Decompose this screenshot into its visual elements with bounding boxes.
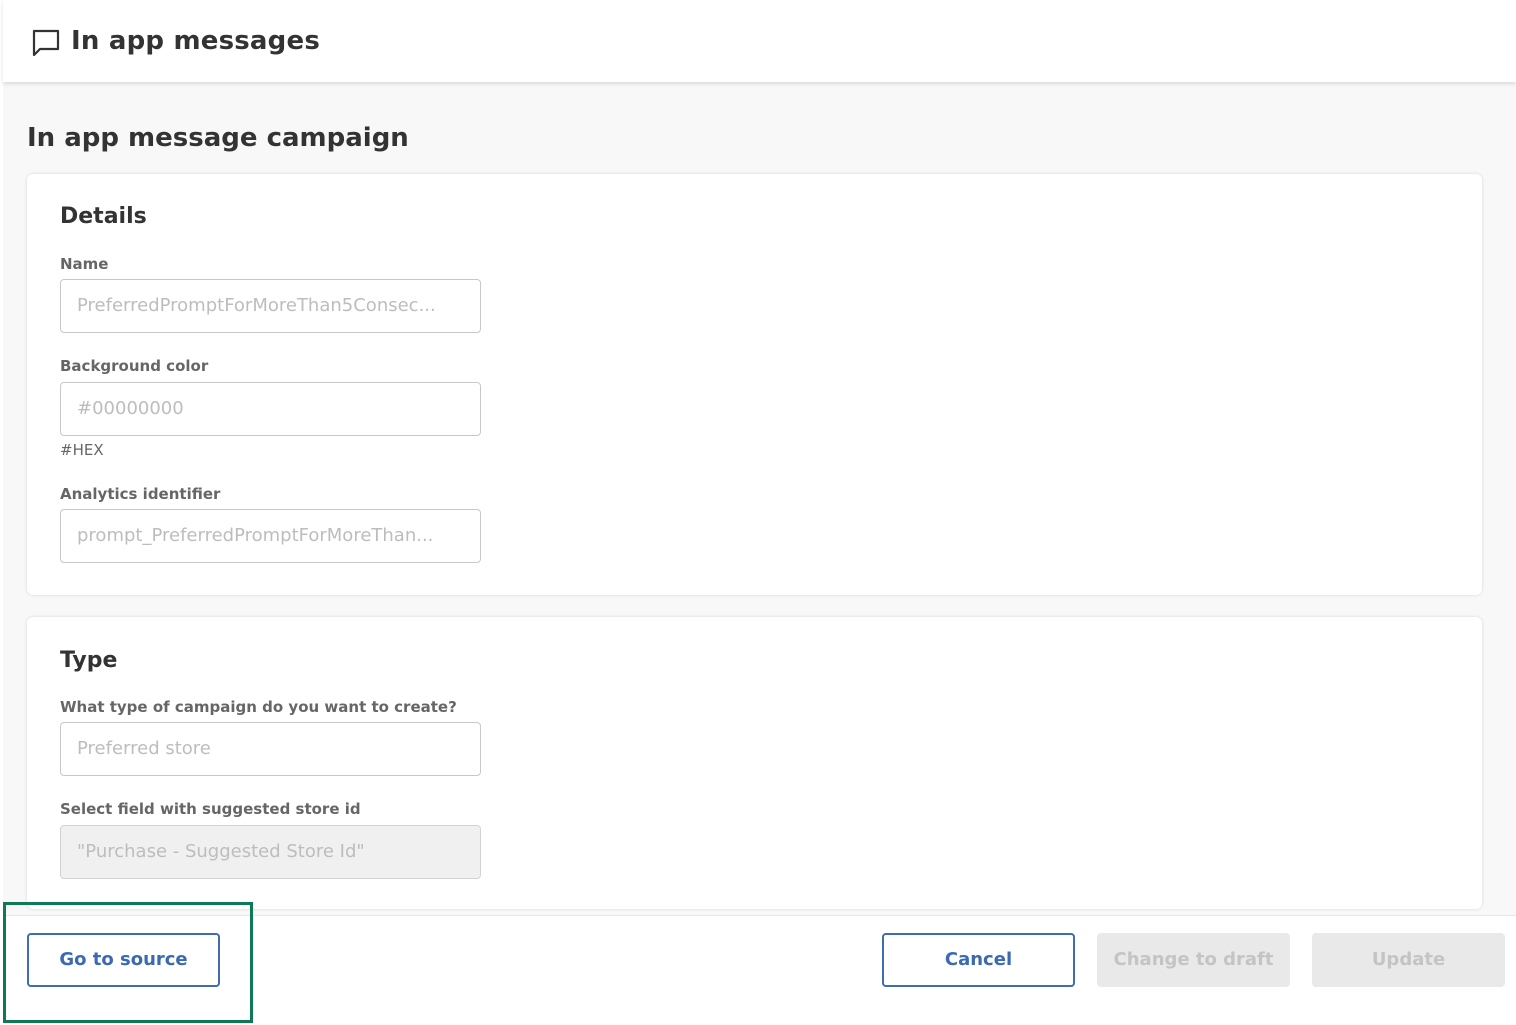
update-button: Update [1312,933,1505,987]
app-title: In app messages [71,26,320,56]
chat-bubble-icon [32,29,60,57]
page-title: In app message campaign [27,123,409,153]
cancel-button[interactable]: Cancel [882,933,1075,987]
background-color-label: Background color [60,357,209,375]
change-to-draft-button: Change to draft [1097,933,1290,987]
details-section-title: Details [60,204,147,229]
background-color-hint: #HEX [60,441,104,459]
main-content: In app message campaign Details Name Pre… [3,82,1516,915]
analytics-identifier-input[interactable]: prompt_PreferredPromptForMoreThan... [60,509,481,563]
background-color-input[interactable]: #00000000 [60,382,481,436]
name-label: Name [60,255,109,273]
campaign-type-label: What type of campaign do you want to cre… [60,698,457,716]
campaign-type-select[interactable]: Preferred store [60,722,481,776]
type-section-title: Type [60,648,118,673]
go-to-source-button[interactable]: Go to source [27,933,220,987]
top-bar: In app messages [3,0,1516,82]
store-field-select: "Purchase - Suggested Store Id" [60,825,481,879]
details-card: Details Name PreferredPromptForMoreThan5… [27,174,1482,595]
name-input[interactable]: PreferredPromptForMoreThan5Consec... [60,279,481,333]
action-footer: Go to source Cancel Change to draft Upda… [3,915,1516,1025]
analytics-identifier-label: Analytics identifier [60,485,221,503]
type-card: Type What type of campaign do you want t… [27,617,1482,909]
store-field-label: Select field with suggested store id [60,800,361,818]
